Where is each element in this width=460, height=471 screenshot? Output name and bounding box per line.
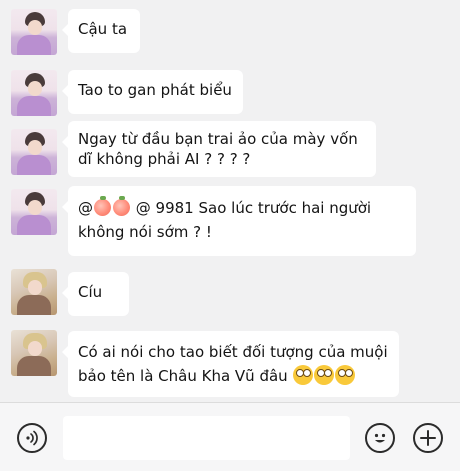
- avatar[interactable]: [11, 70, 57, 116]
- emoji-button[interactable]: [365, 423, 395, 453]
- more-button[interactable]: [413, 423, 443, 453]
- voice-icon: [26, 430, 38, 446]
- message-bubble[interactable]: Cậu ta: [62, 9, 140, 53]
- message-bubble[interactable]: Có ai nói cho tao biết đối tượng của muộ…: [62, 331, 399, 397]
- message-input[interactable]: [63, 416, 350, 460]
- message-text-line: Có ai nói cho tao biết đối tượng của muộ…: [78, 343, 388, 361]
- message-bubble[interactable]: Cíu: [62, 272, 129, 316]
- avatar[interactable]: [11, 269, 57, 315]
- message-text: Cíu: [78, 283, 103, 301]
- emoji-icon: [374, 433, 386, 443]
- avatar[interactable]: [11, 189, 57, 235]
- message-bubble[interactable]: @ @ 9981 Sao lúc trước hai người không n…: [62, 186, 416, 256]
- message-bubble[interactable]: Tao to gan phát biểu: [62, 70, 243, 114]
- eye-roll-emoji: [335, 365, 356, 385]
- plus-icon: [420, 430, 436, 446]
- message-text: @ 9981 Sao lúc trước hai người: [135, 199, 372, 217]
- input-bar: [0, 402, 460, 471]
- voice-button[interactable]: [17, 423, 47, 453]
- avatar[interactable]: [11, 129, 57, 175]
- message-text-line: Ngay từ đầu bạn trai ảo của mày vốn: [78, 130, 358, 148]
- chat-history: Cậu ta Tao to gan phát biểu Ngay từ đầu …: [0, 0, 460, 402]
- message-text-line: không nói sớm ? !: [78, 223, 212, 241]
- avatar[interactable]: [11, 9, 57, 55]
- eye-roll-emoji: [314, 365, 335, 385]
- message-text: Cậu ta: [78, 20, 128, 38]
- peach-emoji: [113, 196, 130, 216]
- mention-prefix: @: [78, 199, 93, 217]
- peach-emoji: [94, 196, 111, 216]
- message-bubble[interactable]: Ngay từ đầu bạn trai ảo của mày vốn dĩ k…: [62, 121, 376, 177]
- message-text: bảo tên là Châu Kha Vũ đâu: [78, 367, 288, 385]
- eye-roll-emoji: [293, 365, 314, 385]
- message-text: Tao to gan phát biểu: [78, 81, 232, 99]
- avatar[interactable]: [11, 330, 57, 376]
- message-text-line: dĩ không phải AI ? ? ? ?: [78, 150, 251, 168]
